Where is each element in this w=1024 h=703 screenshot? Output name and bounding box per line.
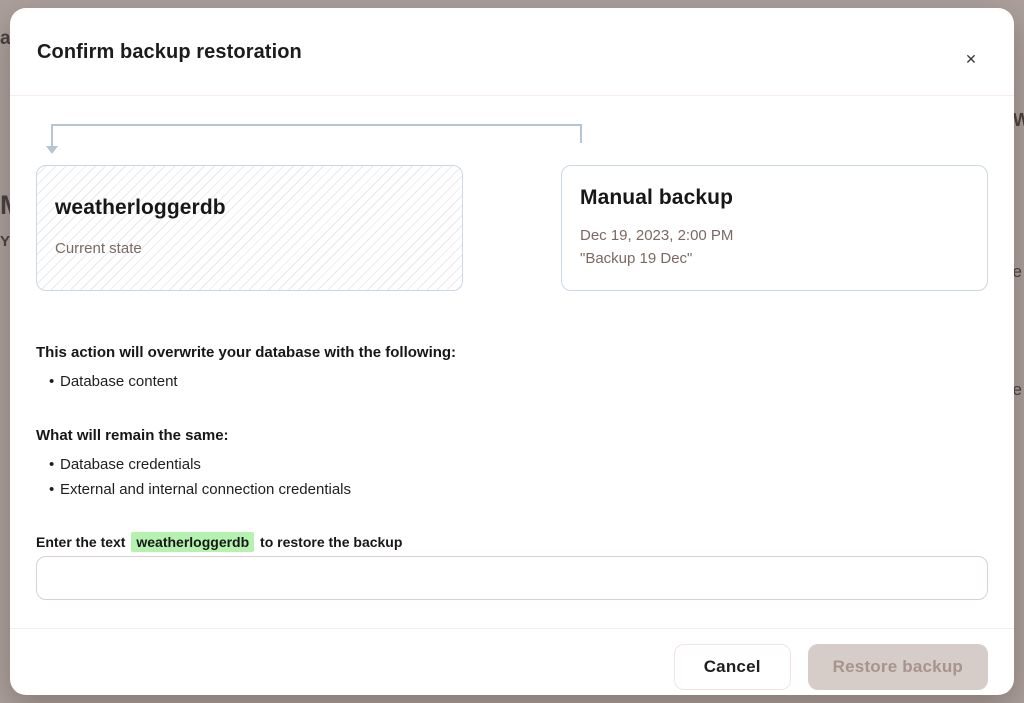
backup-note: "Backup 19 Dec" [580, 247, 969, 270]
current-state-card: weatherloggerdb Current state [36, 165, 463, 291]
overwrite-list: Database content [36, 369, 988, 394]
arrow-line-horizontal [51, 124, 582, 126]
arrow-head-icon [46, 146, 58, 154]
current-state-label: Current state [55, 237, 444, 260]
cancel-button[interactable]: Cancel [674, 644, 791, 690]
modal-footer: Cancel Restore backup [10, 629, 1014, 695]
remain-same-list: Database credentials External and intern… [36, 452, 988, 502]
background-text-fragment: e [1014, 381, 1022, 398]
arrow-line-left [51, 124, 53, 147]
close-icon: ✕ [965, 52, 977, 66]
restore-flow-arrow [36, 96, 988, 165]
confirmation-label-suffix: to restore the backup [256, 534, 402, 550]
remain-same-section: What will remain the same: Database cred… [36, 428, 988, 502]
modal-body: weatherloggerdb Current state Manual bac… [10, 96, 1014, 600]
background-text-fragment: M [0, 192, 10, 219]
backup-diagram: weatherloggerdb Current state Manual bac… [36, 165, 988, 291]
modal-header: Confirm backup restoration ✕ [10, 8, 1014, 96]
confirmation-label-prefix: Enter the text [36, 534, 129, 550]
modal-title: Confirm backup restoration [37, 41, 1014, 64]
background-text-fragment: a [0, 29, 10, 48]
confirmation-text-highlight: weatherloggerdb [131, 532, 254, 552]
background-page-right-edge: W e e [1014, 0, 1024, 703]
backup-type-title: Manual backup [580, 186, 969, 210]
restore-backup-button[interactable]: Restore backup [808, 644, 988, 690]
confirm-backup-restoration-modal: Confirm backup restoration ✕ weatherlogg… [10, 8, 1014, 695]
backup-date: Dec 19, 2023, 2:00 PM [580, 224, 969, 247]
background-page-left-edge: a M Y [0, 0, 10, 703]
overwrite-section: This action will overwrite your database… [36, 345, 988, 394]
list-item: Database credentials [36, 452, 988, 477]
remain-same-heading: What will remain the same: [36, 428, 988, 444]
manual-backup-card: Manual backup Dec 19, 2023, 2:00 PM "Bac… [561, 165, 988, 291]
close-button[interactable]: ✕ [958, 46, 984, 72]
background-text-fragment: e [1014, 263, 1022, 280]
database-name: weatherloggerdb [55, 196, 444, 220]
overwrite-heading: This action will overwrite your database… [36, 345, 988, 361]
background-text-fragment: Y [0, 234, 10, 249]
list-item: Database content [36, 369, 988, 394]
confirmation-label: Enter the text weatherloggerdb to restor… [36, 534, 988, 550]
arrow-line-right [580, 124, 582, 143]
background-text-fragment: W [1014, 111, 1024, 129]
confirmation-input[interactable] [36, 556, 988, 600]
list-item: External and internal connection credent… [36, 477, 988, 502]
